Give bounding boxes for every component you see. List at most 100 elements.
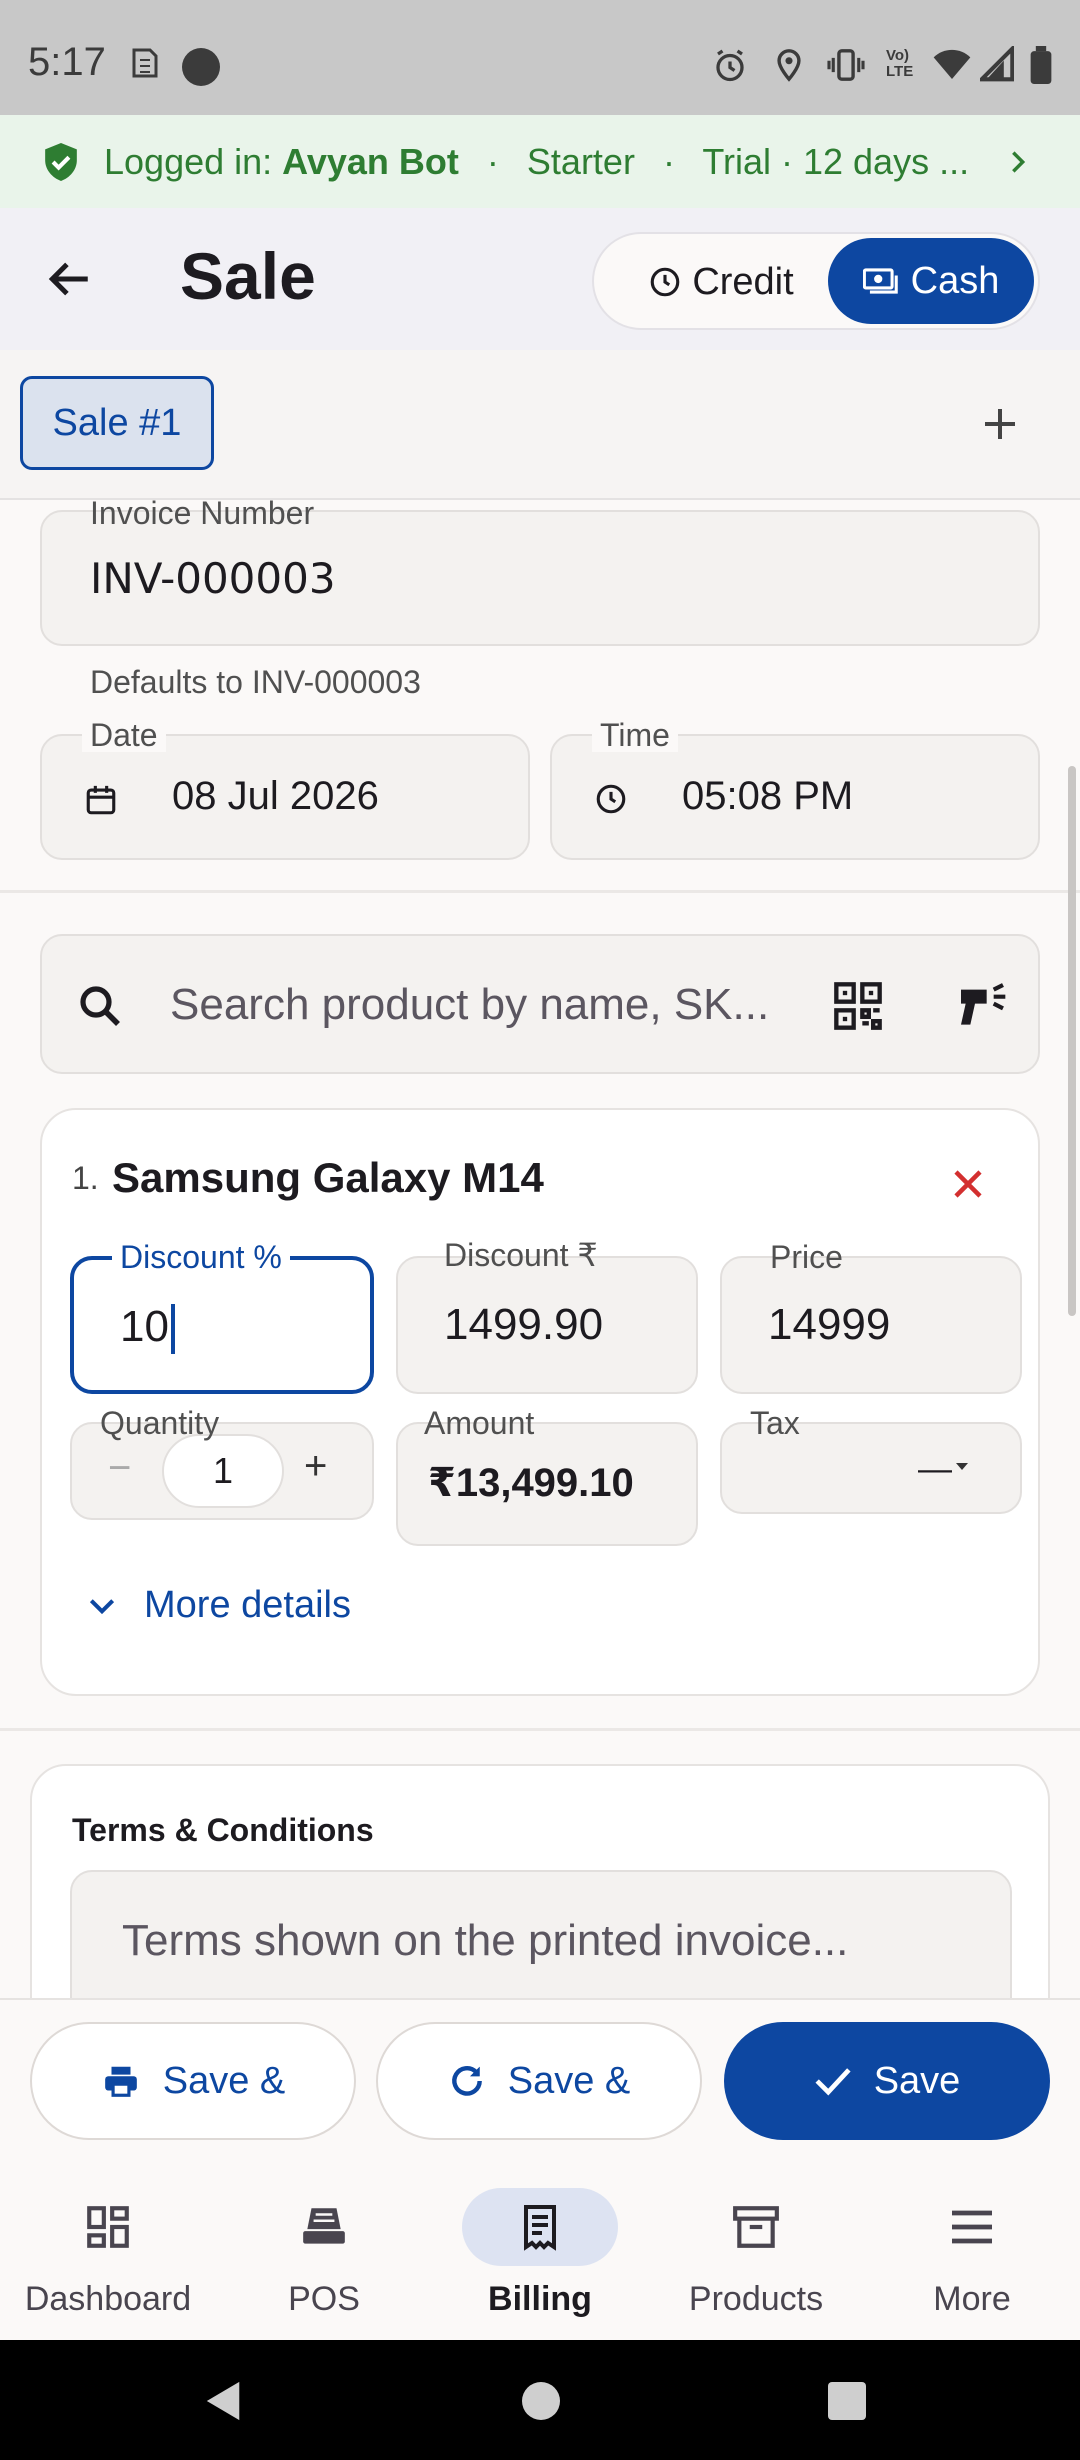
page-title: Sale <box>180 239 316 313</box>
volte-icon: Vo) LTE <box>886 47 914 80</box>
quantity-input[interactable]: 1 <box>162 1434 284 1508</box>
save-and-new-label: Save & <box>507 2059 631 2102</box>
time-value: 05:08 PM <box>682 774 854 818</box>
item-name: Samsung Galaxy M14 <box>112 1154 544 1201</box>
system-home-icon[interactable] <box>522 2382 560 2420</box>
section-divider-2 <box>0 1728 1080 1731</box>
sale-tabs: Sale #1 <box>0 350 1080 500</box>
check-icon <box>815 2068 851 2096</box>
back-arrow-icon[interactable] <box>42 254 96 304</box>
save-and-print-label: Save & <box>162 2059 286 2102</box>
discount-percent-text: 10 <box>120 1302 169 1351</box>
dashboard-icon <box>87 2206 129 2248</box>
amount-value: ₹13,499.10 <box>428 1461 634 1505</box>
products-box-icon <box>733 2206 779 2248</box>
discount-amount-value: 1499.90 <box>444 1300 604 1349</box>
system-back-icon[interactable] <box>204 2380 244 2422</box>
recording-dot-icon <box>182 48 220 86</box>
remove-item-icon[interactable] <box>950 1166 986 1202</box>
billing-receipt-icon <box>524 2205 556 2251</box>
search-placeholder: Search product by name, SK... <box>170 980 770 1029</box>
calendar-icon <box>86 785 116 815</box>
bottom-navigation: Dashboard POS Billing Products More <box>0 2170 1080 2340</box>
login-banner[interactable]: Logged in: Avyan Bot · Starter · Trial ·… <box>0 115 1080 208</box>
system-recents-icon[interactable] <box>828 2382 866 2420</box>
invoice-number-label: Invoice Number <box>90 495 315 531</box>
system-navigation-bar <box>0 2340 1080 2460</box>
pos-register-icon <box>303 2208 345 2244</box>
clock-icon <box>651 267 680 297</box>
scrollbar[interactable] <box>1068 766 1076 1316</box>
nav-dashboard[interactable]: Dashboard <box>0 2188 216 2328</box>
credit-label: Credit <box>692 260 794 303</box>
tax-label: Tax <box>750 1405 800 1441</box>
dropdown-arrow-icon <box>956 1463 968 1470</box>
invoice-helper-text: Defaults to INV-000003 <box>90 664 421 700</box>
nav-dashboard-label: Dashboard <box>24 2280 192 2318</box>
nav-pos[interactable]: POS <box>216 2188 432 2328</box>
time-clock-icon <box>596 784 626 814</box>
wifi-icon <box>933 49 971 79</box>
nav-more-label: More <box>933 2280 1011 2318</box>
invoice-number-value: INV-000003 <box>90 554 336 603</box>
nav-billing-label: Billing <box>488 2280 592 2318</box>
print-icon <box>104 2066 137 2097</box>
nav-products-label: Products <box>688 2280 824 2318</box>
quantity-value: 1 <box>212 1450 234 1491</box>
cash-option[interactable]: Cash <box>828 238 1034 324</box>
battery-icon <box>1030 46 1052 84</box>
discount-amount-field[interactable]: 1499.90 <box>396 1256 698 1394</box>
banner-prefix: Logged in: <box>104 140 273 182</box>
refresh-icon <box>451 2066 482 2096</box>
more-details-toggle[interactable]: More details <box>86 1584 351 1627</box>
tab-sale-1[interactable]: Sale #1 <box>20 376 214 470</box>
barcode-scanner-icon[interactable] <box>954 978 1010 1034</box>
add-tab-icon[interactable] <box>980 404 1020 444</box>
product-search-field[interactable]: Search product by name, SK... <box>40 934 1040 1074</box>
amount-label: Amount <box>424 1405 535 1441</box>
bottom-actions: Save & Save & Save <box>0 1998 1080 2170</box>
quantity-decrement-button[interactable]: − <box>108 1446 131 1491</box>
quantity-increment-button[interactable]: + <box>304 1444 327 1489</box>
quantity-label: Quantity <box>100 1405 220 1441</box>
location-icon <box>777 49 801 82</box>
time-label: Time <box>592 718 678 752</box>
credit-option[interactable]: Credit <box>610 242 832 322</box>
status-time: 5:17 <box>28 40 106 84</box>
menu-icon <box>952 2210 992 2244</box>
banner-plan: Starter <box>526 140 635 182</box>
section-divider <box>0 890 1080 893</box>
nav-billing[interactable]: Billing <box>432 2188 648 2328</box>
terms-placeholder: Terms shown on the printed invoice... <box>122 1916 849 1965</box>
nav-products[interactable]: Products <box>648 2188 864 2328</box>
discount-percent-value: 10 <box>120 1302 175 1355</box>
save-label: Save <box>873 2059 961 2102</box>
cash-label: Cash <box>910 259 1000 302</box>
nav-pos-label: POS <box>288 2280 360 2318</box>
nav-more[interactable]: More <box>864 2188 1080 2328</box>
price-field[interactable]: 14999 <box>720 1256 1022 1394</box>
date-label: Date <box>82 718 166 752</box>
status-bar: 5:17 Vo) LTE <box>0 0 1080 115</box>
save-and-new-button[interactable]: Save & <box>376 2022 702 2140</box>
item-index: 1. <box>72 1160 99 1196</box>
banner-text: Logged in: Avyan Bot · Starter · Trial ·… <box>104 140 970 182</box>
chevron-right-icon <box>1012 151 1026 173</box>
chevron-down-icon <box>89 1598 115 1614</box>
price-value: 14999 <box>768 1300 891 1349</box>
save-button[interactable]: Save <box>724 2022 1050 2140</box>
more-details-label: More details <box>144 1584 351 1626</box>
date-value: 08 Jul 2026 <box>172 774 379 818</box>
vibrate-icon <box>827 49 865 81</box>
price-label: Price <box>770 1239 843 1275</box>
search-icon <box>80 986 120 1026</box>
text-cursor <box>170 1304 175 1355</box>
cash-icon <box>862 268 898 294</box>
alarm-icon <box>716 49 744 82</box>
verified-shield-icon <box>45 142 77 181</box>
save-and-print-button[interactable]: Save & <box>30 2022 356 2140</box>
payment-mode-toggle: Credit Cash <box>592 232 1040 330</box>
discount-percent-label: Discount % <box>112 1240 290 1274</box>
discount-percent-field[interactable]: 10 <box>70 1256 374 1394</box>
qr-code-icon[interactable] <box>832 980 884 1032</box>
